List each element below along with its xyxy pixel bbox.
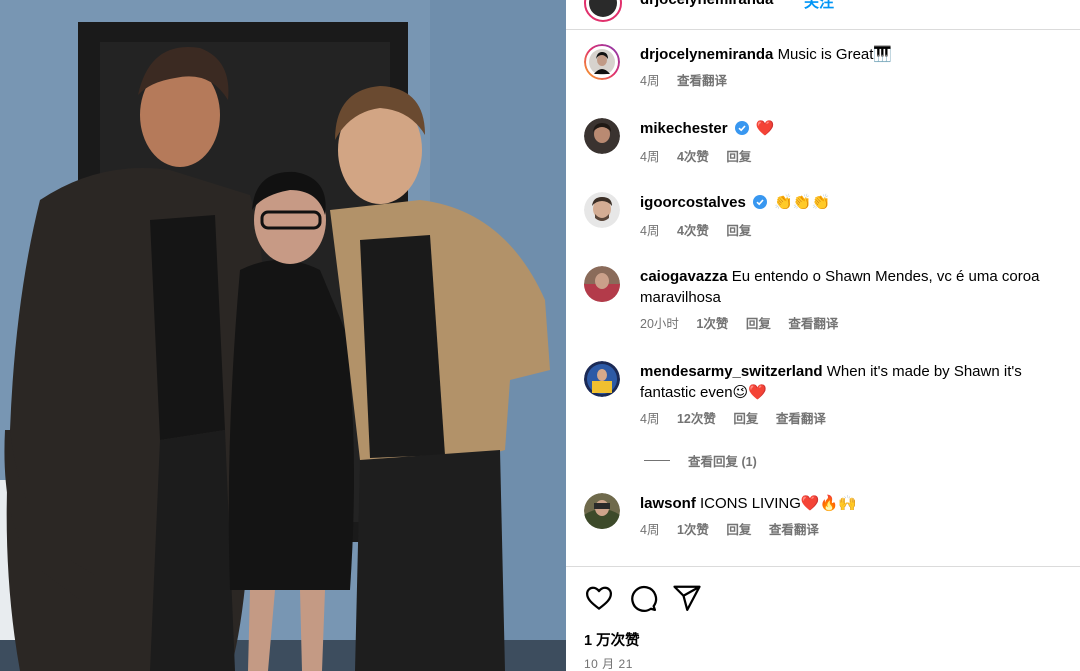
reply-button[interactable]: 回复 xyxy=(726,523,751,537)
comment-time[interactable]: 20小时 xyxy=(640,317,679,331)
divider-line xyxy=(644,460,670,461)
commenter-avatar[interactable] xyxy=(584,493,620,529)
comment-meta: 4周 查看翻译 xyxy=(640,73,1060,89)
view-replies-button[interactable]: 查看回复 (1) xyxy=(644,451,757,470)
post-photo-illustration xyxy=(0,0,566,671)
comment-text: 👏👏👏 xyxy=(774,194,831,211)
comment-username[interactable]: mendesarmy_switzerland xyxy=(640,363,823,380)
action-bar xyxy=(584,583,702,613)
comment-time[interactable]: 4周 xyxy=(640,412,659,426)
see-translation-button[interactable]: 查看翻译 xyxy=(677,74,727,88)
comment-text: Music is Great🎹 xyxy=(777,46,893,63)
comment-icon[interactable] xyxy=(628,583,658,613)
comment-meta: 4周 1次赞 回复 查看翻译 xyxy=(640,522,1060,538)
comment-like-count[interactable]: 1次赞 xyxy=(677,523,709,537)
comment-meta: 4周 12次赞 回复 查看翻译 xyxy=(640,411,1060,427)
comment-username[interactable]: caiogavazza xyxy=(640,268,728,285)
reply-button[interactable]: 回复 xyxy=(746,317,771,331)
verified-icon xyxy=(753,194,768,215)
heart-icon[interactable] xyxy=(584,583,614,613)
commenter-avatar[interactable] xyxy=(584,192,620,228)
commenter-avatar[interactable] xyxy=(584,266,620,302)
comment-meta: 4周 4次赞 回复 xyxy=(640,223,1060,239)
see-translation-button[interactable]: 查看翻译 xyxy=(788,317,838,331)
comment-text: ICONS LIVING❤️🔥🙌 xyxy=(700,495,857,512)
comment-like-count[interactable]: 4次赞 xyxy=(677,150,709,164)
commenter-avatar[interactable] xyxy=(584,361,620,397)
comment-username[interactable]: lawsonf xyxy=(640,495,696,512)
post-photo[interactable] xyxy=(0,0,566,671)
comment-username[interactable]: drjocelynemiranda xyxy=(640,46,773,63)
reply-button[interactable]: 回复 xyxy=(726,224,751,238)
post-footer: 1 万次赞 10 月 21 xyxy=(566,566,1080,671)
author-username[interactable]: drjocelynemiranda xyxy=(640,0,773,8)
verified-icon xyxy=(734,120,749,141)
comment-meta: 4周 4次赞 回复 xyxy=(640,149,1060,165)
post-header: drjocelynemiranda 关注 xyxy=(566,0,1080,30)
comment-like-count[interactable]: 4次赞 xyxy=(677,224,709,238)
comments-panel: drjocelynemiranda 关注 drjocelynemiranda M… xyxy=(566,0,1080,671)
comment-text: ❤️ xyxy=(755,120,775,137)
comment-time[interactable]: 4周 xyxy=(640,150,659,164)
commenter-avatar[interactable] xyxy=(584,44,620,80)
comment-list[interactable]: drjocelynemiranda Music is Great🎹 4周 查看翻… xyxy=(566,30,1080,566)
comment-username[interactable]: mikechester xyxy=(640,120,728,137)
comment-like-count[interactable]: 1次赞 xyxy=(696,317,728,331)
comment-time[interactable]: 4周 xyxy=(640,523,659,537)
see-translation-button[interactable]: 查看翻译 xyxy=(776,412,826,426)
follow-button[interactable]: 关注 xyxy=(804,0,834,12)
share-icon[interactable] xyxy=(672,583,702,613)
like-count[interactable]: 1 万次赞 xyxy=(584,629,640,650)
comment-time[interactable]: 4周 xyxy=(640,224,659,238)
reply-button[interactable]: 回复 xyxy=(733,412,758,426)
comment-like-count[interactable]: 12次赞 xyxy=(677,412,716,426)
comment-username[interactable]: igoorcostalves xyxy=(640,194,746,211)
view-replies-label: 查看回复 (1) xyxy=(688,455,757,469)
comment-meta: 20小时 1次赞 回复 查看翻译 xyxy=(640,316,1060,332)
commenter-avatar[interactable] xyxy=(584,118,620,154)
see-translation-button[interactable]: 查看翻译 xyxy=(769,523,819,537)
comment-time[interactable]: 4周 xyxy=(640,74,659,88)
author-avatar[interactable] xyxy=(584,0,622,22)
reply-button[interactable]: 回复 xyxy=(726,150,751,164)
post-date[interactable]: 10 月 21 xyxy=(584,655,633,671)
